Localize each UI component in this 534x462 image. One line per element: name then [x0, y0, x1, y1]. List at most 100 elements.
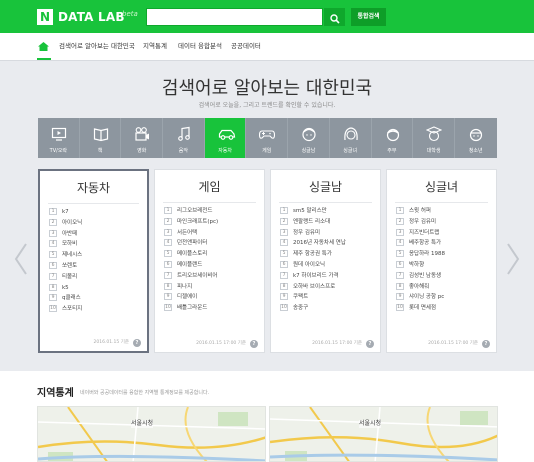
list-item[interactable]: 6 쏘렌토 — [49, 261, 82, 272]
rank-number: 5 — [164, 250, 172, 258]
help-icon[interactable]: ? — [482, 340, 490, 348]
keyword: 응답하라 1988 — [409, 251, 445, 258]
keyword: k7 하이브리드 가격 — [293, 272, 339, 279]
page-subtitle: 검색어로 오늘을, 그리고 트렌드를 확인할 수 있습니다. — [198, 102, 336, 109]
help-icon[interactable]: ? — [133, 339, 141, 347]
nav-item-region-stats[interactable]: 지역통계 — [143, 33, 167, 60]
list-item[interactable]: 3 지즈빈더트랩 — [396, 228, 445, 239]
list-item[interactable]: 3 아반떼 — [49, 229, 82, 240]
rank-number: 6 — [164, 260, 172, 268]
list-item[interactable]: 2 엔팔랭드 리소대 — [280, 217, 346, 228]
ranking-card-car[interactable]: 자동차 1 k7 2 아이오닉 3 아반떼 4 모하비 5 제네시스 6 쏘렌토 7 티볼리 … — [38, 169, 149, 353]
list-item[interactable]: 1 스윗 허퍼 — [396, 206, 445, 217]
category-student[interactable]: 대학생 — [413, 118, 455, 158]
integrated-search-button[interactable]: 통합검색 — [351, 8, 386, 26]
keyword: 쿠팩트 — [293, 294, 309, 301]
rank-number: 7 — [164, 271, 172, 279]
list-item[interactable]: 5 제주 항공권 특가 — [280, 249, 346, 260]
list-item[interactable]: 3 서든어택 — [164, 228, 218, 239]
list-item[interactable]: 10 송중구 — [280, 303, 346, 314]
list-item[interactable]: 1 리그오브레전드 — [164, 206, 218, 217]
category-label: 싱글남 — [301, 148, 316, 154]
nav-item-data-fusion[interactable]: 데이터 융합분석 — [178, 33, 222, 60]
search-button[interactable] — [324, 8, 345, 26]
music-icon — [178, 126, 190, 141]
list-item[interactable]: 2 마인크래프트(pc) — [164, 217, 218, 228]
naver-logo-mark[interactable]: N — [37, 9, 53, 25]
list-item[interactable]: 10 스포티지 — [49, 304, 82, 315]
rank-number: 4 — [396, 239, 404, 247]
list-item[interactable]: 4 베주항공 특가 — [396, 238, 445, 249]
list-item[interactable]: 4 던전앤파이터 — [164, 238, 218, 249]
list-item[interactable]: 9 쿠팩트 — [280, 292, 346, 303]
list-item[interactable]: 10 배틀그라운드 — [164, 303, 218, 314]
list-item[interactable]: 3 정우 김유미 — [280, 228, 346, 239]
list-item[interactable]: 1 k7 — [49, 207, 82, 218]
list-item[interactable]: 6 메이플랜드 — [164, 260, 218, 271]
list-item[interactable]: 4 2016년 자동차세 연납 — [280, 238, 346, 249]
list-item[interactable]: 7 티볼리 — [49, 272, 82, 283]
rank-number: 1 — [164, 207, 172, 214]
category-book[interactable]: 책 — [80, 118, 122, 158]
search-input[interactable] — [146, 8, 323, 26]
category-tv[interactable]: TV/오락 — [38, 118, 80, 158]
rank-number: 9 — [49, 294, 57, 302]
nav-item-public-data[interactable]: 공공데이터 — [231, 33, 261, 60]
top-header-bar: N DATA LAB beta 통합검색 — [0, 0, 534, 33]
card-title: 게임 — [198, 180, 221, 194]
keyword: 피나지 — [177, 283, 193, 290]
keyword: 리그오브레전드 — [177, 208, 213, 214]
car-icon — [218, 129, 235, 140]
list-item[interactable]: 4 모하비 — [49, 239, 82, 250]
nav-item-search-korea[interactable]: 검색어로 알아보는 대한민국 — [59, 33, 135, 60]
list-item[interactable]: 8 오하바 브이스프로 — [280, 282, 346, 293]
rank-number: 3 — [396, 228, 404, 236]
list-item[interactable]: 9 q클래스 — [49, 293, 82, 304]
list-item[interactable]: 6 박하향 — [396, 260, 445, 271]
list-item[interactable]: 10 롯데 면세점 — [396, 303, 445, 314]
category-single-male[interactable]: 싱글남 — [288, 118, 330, 158]
list-item[interactable]: 8 좋아해줘 — [396, 282, 445, 293]
list-item[interactable]: 9 샤이닝 공항 pc — [396, 292, 445, 303]
list-item[interactable]: 5 제네시스 — [49, 250, 82, 261]
ranking-list: 1 k7 2 아이오닉 3 아반떼 4 모하비 5 제네시스 6 쏘렌토 7 티볼리 8 k5 … — [49, 207, 82, 315]
list-item[interactable]: 9 디젤에이 — [164, 292, 218, 303]
region-map-right[interactable]: 서울시청 — [269, 406, 498, 462]
list-item[interactable]: 5 응답하라 1988 — [396, 249, 445, 260]
list-item[interactable]: 1 sm5 말리스만 — [280, 206, 346, 217]
keyword: 롯데 면세점 — [409, 305, 437, 312]
carousel-next-arrow-icon[interactable] — [506, 242, 520, 276]
list-item[interactable]: 6 원데 아이오닉 — [280, 260, 346, 271]
list-item[interactable]: 8 피나지 — [164, 282, 218, 293]
ranking-card-single-female[interactable]: 싱글녀 1 스윗 허퍼 2 정우 김유미 3 지즈빈더트랩 4 베주항공 특가 5 응답하… — [386, 169, 497, 353]
keyword: sm5 말리스만 — [293, 208, 327, 214]
list-item[interactable]: 7 k7 하이브리드 가격 — [280, 271, 346, 282]
category-teen[interactable]: 청소년 — [455, 118, 497, 158]
list-item[interactable]: 2 정우 김유미 — [396, 217, 445, 228]
woman-icon — [344, 127, 358, 141]
list-item[interactable]: 7 김성빈 남동생 — [396, 271, 445, 282]
help-icon[interactable]: ? — [250, 340, 258, 348]
category-game[interactable]: 게임 — [246, 118, 289, 158]
rank-number: 1 — [49, 208, 57, 215]
carousel-prev-arrow-icon[interactable] — [14, 242, 28, 276]
list-item[interactable]: 2 아이오닉 — [49, 218, 82, 229]
list-item[interactable]: 5 메이플스토리 — [164, 249, 218, 260]
nav-home[interactable] — [37, 33, 51, 60]
ranking-list: 1 스윗 허퍼 2 정우 김유미 3 지즈빈더트랩 4 베주항공 특가 5 응답하라 19… — [396, 206, 445, 314]
category-label: 영화 — [137, 148, 147, 154]
list-item[interactable]: 8 k5 — [49, 283, 82, 294]
ranking-card-game[interactable]: 게임 1 리그오브레전드 2 마인크래프트(pc) 3 서든어택 4 던전앤파이터 5메… — [154, 169, 265, 353]
category-music[interactable]: 음악 — [163, 118, 205, 158]
category-housewife[interactable]: 주부 — [372, 118, 414, 158]
card-divider — [279, 202, 372, 203]
ranking-card-single-male[interactable]: 싱글남 1 sm5 말리스만 2 엔팔랭드 리소대 3 정우 김유미 4 2016년 자… — [270, 169, 381, 353]
category-movie[interactable]: 영화 — [121, 118, 164, 158]
region-map-left[interactable]: 서울시청 — [37, 406, 266, 462]
category-single-female[interactable]: 싱글녀 — [330, 118, 372, 158]
help-icon[interactable]: ? — [366, 340, 374, 348]
datalab-logo-text[interactable]: DATA LAB — [58, 9, 125, 25]
list-item[interactable]: 7 트리오브세이비어 — [164, 271, 218, 282]
category-car[interactable]: 자동차 — [204, 118, 247, 158]
main-nav: 검색어로 알아보는 대한민국 지역통계 데이터 융합분석 공공데이터 — [0, 33, 534, 61]
